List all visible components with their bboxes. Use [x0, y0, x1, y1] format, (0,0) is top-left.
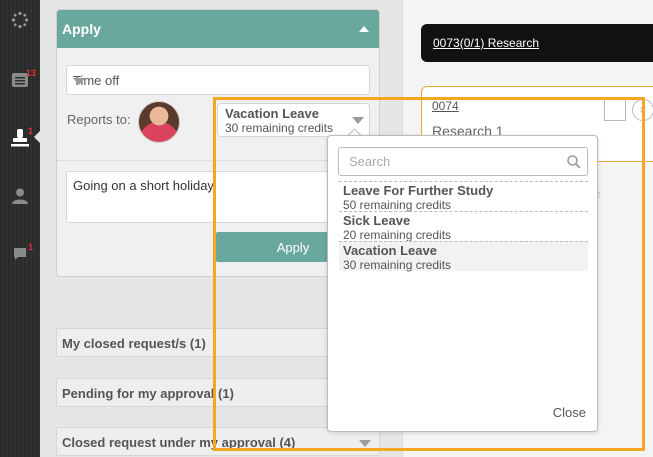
user-icon [12, 188, 28, 204]
option-name: Sick Leave [343, 213, 411, 228]
chevron-down-icon [359, 440, 371, 447]
dropdown-option-selected[interactable]: Vacation Leave 30 remaining credits [339, 241, 588, 272]
chevron-down-icon [352, 117, 364, 124]
task-id[interactable]: 0074 [432, 99, 459, 113]
project-bar[interactable]: 0073(0/1) Research [421, 24, 653, 62]
notes-textarea[interactable]: Going on a short holiday [66, 171, 370, 223]
search-input[interactable] [338, 147, 588, 176]
requests-nav[interactable]: 13 [0, 62, 40, 98]
request-type-select[interactable]: Time off [66, 65, 370, 95]
avatar [138, 101, 180, 143]
project-bar-label[interactable]: 0073(0/1) Research [433, 36, 539, 50]
leave-credits-value: 30 remaining credits [225, 121, 334, 135]
messages-nav[interactable]: 1 [0, 236, 40, 272]
dashboard-icon[interactable] [0, 2, 40, 38]
chat-icon [14, 248, 26, 260]
requests-badge: 13 [26, 68, 37, 78]
messages-badge: 1 [28, 242, 34, 252]
apply-header[interactable]: Apply [57, 10, 379, 48]
option-credits: 30 remaining credits [343, 258, 452, 272]
option-name: Vacation Leave [343, 243, 437, 258]
close-icon[interactable]: × [632, 99, 653, 121]
reports-to-label: Reports to: [67, 112, 131, 127]
leave-type-value: Vacation Leave [225, 106, 319, 121]
nav-rail: 13 1 1 [0, 0, 41, 457]
chevron-down-icon [73, 78, 85, 85]
dropdown-option[interactable]: Leave For Further Study 50 remaining cre… [339, 181, 588, 212]
collapse-icon[interactable] [359, 26, 369, 32]
option-name: Leave For Further Study [343, 183, 494, 198]
profile-nav[interactable] [0, 178, 40, 214]
closed-under-approval-label: Closed request under my approval (4) [62, 435, 296, 450]
stamp-icon [11, 129, 29, 147]
leave-type-dropdown: Leave For Further Study 50 remaining cre… [327, 135, 598, 432]
search-icon [567, 155, 581, 169]
dropdown-option[interactable]: Sick Leave 20 remaining credits [339, 211, 588, 242]
option-credits: 50 remaining credits [343, 198, 452, 212]
dots-icon [11, 11, 29, 29]
apply-title: Apply [62, 21, 101, 37]
option-credits: 20 remaining credits [343, 228, 452, 242]
task-checkbox[interactable] [604, 99, 626, 121]
approvals-badge: 1 [28, 126, 34, 136]
close-link[interactable]: Close [553, 405, 586, 420]
